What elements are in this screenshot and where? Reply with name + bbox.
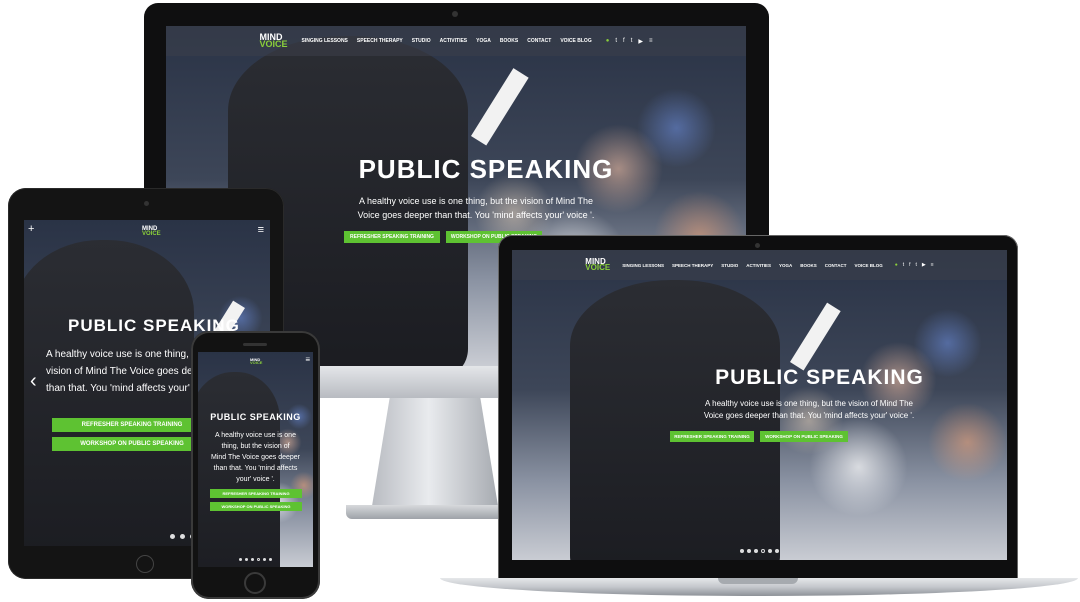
speaker-grille-icon	[243, 343, 267, 346]
top-nav: MIND VOICE SINGING LESSONS SPEECH THERAP…	[512, 250, 1007, 280]
laptop-screen: MIND VOICE SINGING LESSONS SPEECH THERAP…	[512, 250, 1007, 560]
monitor-stand	[372, 398, 498, 506]
speech-paper	[471, 68, 529, 146]
refresher-training-button[interactable]: REFRESHER SPEAKING TRAINING	[670, 431, 754, 442]
whatsapp-icon[interactable]: ●	[895, 262, 898, 268]
menu-icon[interactable]: ≡	[649, 38, 653, 45]
logo-word-bottom: VOICE	[142, 230, 161, 237]
social-icons: ● t f t ▶ ≡	[606, 38, 653, 45]
camera-icon	[144, 201, 149, 206]
slider-dot[interactable]	[239, 558, 242, 561]
hero-text-line: A healthy voice use is one thing, but th…	[705, 399, 913, 408]
nav-item-yoga[interactable]: YOGA	[779, 263, 792, 268]
logo-word-bottom: VOICE	[250, 360, 263, 366]
home-button-icon	[136, 555, 154, 573]
twitter-icon[interactable]: t	[631, 38, 633, 45]
logo-word-bottom: VOICE	[585, 263, 611, 272]
refresher-training-button[interactable]: REFRESHER SPEAKING TRAINING	[210, 489, 302, 498]
facebook-icon[interactable]: f	[909, 262, 910, 268]
nav-menu: SINGING LESSONS SPEECH THERAPY STUDIO AC…	[302, 38, 592, 44]
hero-text-line: Voice goes deeper than that. You 'mind a…	[357, 210, 595, 220]
site-logo[interactable]: MIND VOICE	[142, 226, 161, 237]
nav-item-blog[interactable]: VOICE BLOG	[560, 38, 591, 44]
slider-dot[interactable]	[179, 534, 185, 539]
nav-item-contact[interactable]: CONTACT	[527, 38, 551, 44]
slider-dot[interactable]	[245, 558, 248, 561]
hero-text: A healthy voice use is one thing, but th…	[306, 194, 646, 222]
nav-item-studio[interactable]: STUDIO	[412, 38, 431, 44]
nav-menu: SINGING LESSONS SPEECH THERAPY STUDIO AC…	[622, 263, 883, 268]
phone-screen: MIND VOICE ≡ PUBLIC SPEAKING A healthy v…	[198, 352, 313, 567]
slider-dots	[512, 549, 1007, 553]
home-button-icon	[244, 572, 266, 594]
nav-item-studio[interactable]: STUDIO	[721, 263, 738, 268]
nav-item-blog[interactable]: VOICE BLOG	[854, 263, 882, 268]
slider-dot[interactable]	[740, 549, 744, 553]
public-speaking-workshop-button[interactable]: WORKSHOP ON PUBLIC SPEAKING	[210, 502, 302, 511]
hero-text-line: A healthy voice use is one	[215, 432, 296, 439]
speech-paper	[790, 302, 841, 371]
slider-dot-active[interactable]	[761, 549, 765, 553]
twitter-icon[interactable]: t	[615, 38, 617, 45]
public-speaking-workshop-button[interactable]: WORKSHOP ON PUBLIC SPEAKING	[760, 431, 848, 442]
public-speaking-workshop-button[interactable]: WORKSHOP ON PUBLIC SPEAKING	[52, 437, 212, 451]
hero-text: A healthy voice use is one thing, but th…	[634, 398, 984, 422]
plus-icon[interactable]: +	[28, 223, 34, 235]
slider-dot[interactable]	[269, 558, 272, 561]
hero-text-line: than that. You 'mind affects	[213, 465, 298, 472]
hero-text-line: your' voice '.	[236, 476, 275, 483]
hero-text-line: A healthy voice use is one thing, but th…	[359, 196, 593, 206]
nav-item-speech[interactable]: SPEECH THERAPY	[357, 38, 403, 44]
refresher-training-button[interactable]: REFRESHER SPEAKING TRAINING	[344, 231, 440, 243]
prev-arrow-icon[interactable]: ‹	[30, 370, 37, 393]
twitter-icon[interactable]: t	[903, 262, 904, 268]
hero-text-line: Mind The Voice goes deeper	[211, 454, 300, 461]
hero-text-line: Voice goes deeper than that. You 'mind a…	[703, 411, 915, 420]
menu-icon[interactable]: ≡	[305, 355, 310, 364]
top-nav: MIND VOICE SINGING LESSONS SPEECH THERAP…	[166, 26, 746, 56]
camera-icon	[452, 11, 458, 17]
slider-dots	[198, 558, 313, 561]
hero-title: PUBLIC SPEAKING	[210, 412, 301, 422]
facebook-icon[interactable]: f	[623, 38, 625, 45]
hero-title: PUBLIC SPEAKING	[358, 154, 614, 184]
nav-item-books[interactable]: BOOKS	[800, 263, 817, 268]
menu-icon[interactable]: ≡	[931, 262, 934, 268]
logo-word-bottom: VOICE	[259, 39, 288, 49]
youtube-icon[interactable]: ▶	[922, 262, 926, 268]
slider-dot[interactable]	[263, 558, 266, 561]
hero-text: A healthy voice use is one thing, but th…	[202, 430, 309, 485]
nav-item-activities[interactable]: ACTIVITIES	[440, 38, 468, 44]
slider-dot[interactable]	[775, 549, 779, 553]
nav-item-yoga[interactable]: YOGA	[476, 38, 491, 44]
laptop-notch	[718, 578, 798, 584]
nav-item-activities[interactable]: ACTIVITIES	[746, 263, 771, 268]
slider-dot[interactable]	[768, 549, 772, 553]
social-icons: ● t f t ▶ ≡	[895, 262, 934, 268]
nav-item-singing[interactable]: SINGING LESSONS	[302, 38, 348, 44]
refresher-training-button[interactable]: REFRESHER SPEAKING TRAINING	[52, 418, 212, 432]
twitter-icon[interactable]: t	[916, 262, 917, 268]
nav-item-contact[interactable]: CONTACT	[825, 263, 847, 268]
nav-item-books[interactable]: BOOKS	[500, 38, 518, 44]
whatsapp-icon[interactable]: ●	[606, 38, 610, 45]
nav-item-speech[interactable]: SPEECH THERAPY	[672, 263, 713, 268]
camera-icon	[755, 243, 760, 248]
youtube-icon[interactable]: ▶	[638, 38, 643, 45]
menu-icon[interactable]: ≡	[258, 224, 264, 236]
hero-title: PUBLIC SPEAKING	[715, 366, 924, 389]
nav-item-singing[interactable]: SINGING LESSONS	[622, 263, 664, 268]
site-logo[interactable]: MIND VOICE	[585, 257, 611, 272]
slider-dot[interactable]	[747, 549, 751, 553]
slider-dot-active[interactable]	[257, 558, 260, 561]
slider-dot[interactable]	[251, 558, 254, 561]
slider-dot[interactable]	[169, 534, 175, 539]
slider-dot[interactable]	[754, 549, 758, 553]
hero-text-line: thing, but the vision of	[221, 443, 290, 450]
site-logo[interactable]: MIND VOICE	[250, 357, 263, 366]
site-logo[interactable]: MIND VOICE	[259, 32, 288, 49]
